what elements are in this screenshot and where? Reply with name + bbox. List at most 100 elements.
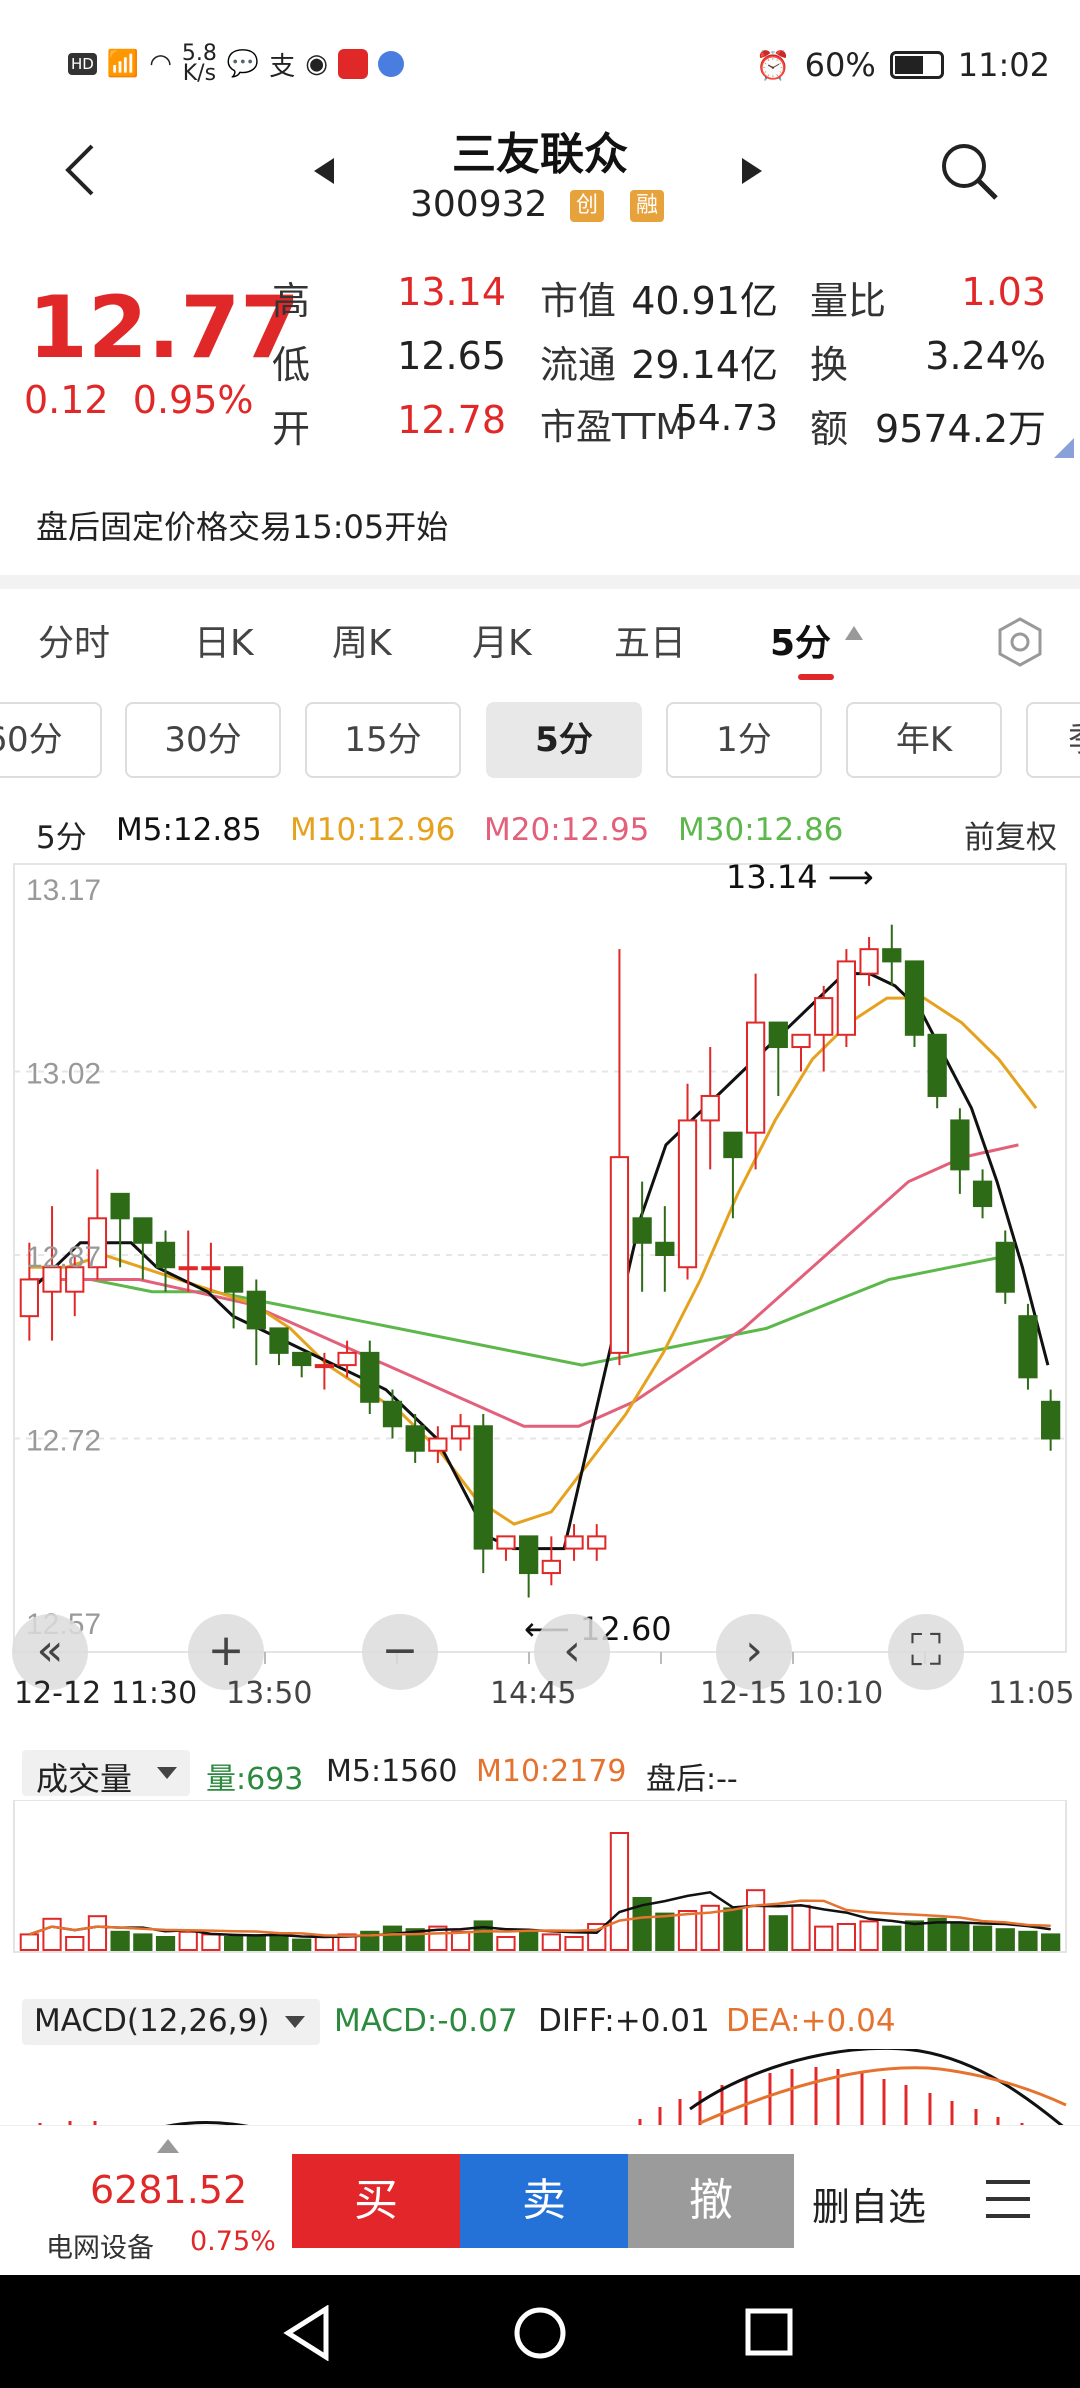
system-nav-bar — [0, 2275, 1080, 2388]
index-value[interactable]: 6281.52 — [90, 2168, 247, 2212]
mktcap-value: 40.91亿 — [631, 279, 778, 323]
volume-ratio-label: 量比 — [810, 279, 887, 323]
kbtn-60min[interactable]: 60分 — [0, 702, 102, 778]
quote-panel: 12.77 0.12 0.95% 高 13.14 低 12.65 开 12.78… — [0, 258, 1080, 458]
volume-label: 成交量 — [36, 1760, 133, 1798]
macd-panel: MACD(12,26,9) MACD:-0.07 DIFF:+0.01 DEA:… — [0, 1985, 1080, 2125]
candle-body — [836, 960, 857, 1036]
ma5-line — [28, 972, 1050, 1551]
candle — [496, 1535, 516, 1561]
volume-bar — [609, 1832, 630, 1951]
kbtn-30min[interactable]: 30分 — [125, 702, 281, 778]
tab-monthly-k[interactable]: 月K — [472, 614, 532, 666]
volume-bar — [65, 1936, 85, 1951]
macd-indicator-select[interactable]: MACD(12,26,9) — [22, 1999, 320, 2045]
candle — [201, 1242, 221, 1292]
y-axis-label: 13.02 — [26, 1058, 101, 1091]
tab-weekly-k[interactable]: 周K — [332, 614, 392, 666]
tab-timeshare[interactable]: 分时 — [38, 614, 110, 666]
kbtn-1min[interactable]: 1分 — [666, 702, 822, 778]
index-name[interactable]: 电网设备 — [46, 2226, 154, 2265]
cancel-order-button[interactable]: 撤 — [628, 2154, 794, 2248]
remove-watchlist-button[interactable]: 删自选 — [812, 2176, 926, 2231]
kbtn-5min[interactable]: 5分 — [486, 702, 642, 778]
candle — [541, 1536, 561, 1586]
volume-bar — [155, 1936, 176, 1951]
ma10-line — [29, 996, 1038, 1526]
volume-bar — [133, 1933, 153, 1951]
next-stock-icon[interactable] — [738, 156, 764, 186]
browser-icon — [377, 51, 404, 77]
candle-body — [360, 1351, 380, 1403]
candle-body — [700, 1094, 720, 1122]
page-title: 三友联众 — [452, 129, 628, 180]
candle — [904, 960, 925, 1048]
high-value: 13.14 — [397, 270, 506, 314]
last-price: 12.77 — [28, 278, 301, 378]
candle — [859, 936, 879, 986]
menu-icon[interactable] — [984, 2178, 1032, 2220]
tab-daily-k[interactable]: 日K — [194, 614, 254, 666]
candle — [723, 1131, 743, 1219]
nav-back-icon[interactable] — [282, 2305, 332, 2361]
ma-legend: 5分 M5:12.85 M10:12.96 M20:12.95 M30:12.8… — [0, 808, 1080, 858]
wechat-icon: ◉ — [305, 49, 328, 79]
volume-bar — [1041, 1933, 1061, 1951]
candle — [178, 1230, 198, 1292]
ma20-value: M20:12.95 — [484, 812, 650, 848]
volume-bar — [541, 1933, 561, 1951]
open-value: 12.78 — [397, 398, 506, 442]
candle-body — [473, 1425, 493, 1550]
candle — [473, 1414, 493, 1574]
tab-5min[interactable]: 5分 — [770, 614, 831, 666]
price-adjust-toggle[interactable]: 前复权 — [964, 812, 1057, 857]
status-left: HD 📶 ◠ 5.8 K/s 💬 支 ◉ — [68, 43, 404, 85]
zoom-out-button[interactable]: − — [362, 1614, 438, 1690]
volume-bar — [995, 1928, 1015, 1951]
volume-bar — [655, 1912, 675, 1951]
kbtn-quarter-k[interactable]: 季K — [1026, 702, 1080, 778]
nav-recents-icon[interactable] — [744, 2307, 794, 2357]
stock-header: 三友联众 300932 创 融 — [0, 110, 1080, 250]
volume-bar — [382, 1925, 403, 1951]
candle-body — [155, 1241, 176, 1269]
change-percent: 0.95% — [132, 378, 254, 422]
candle-body — [972, 1180, 993, 1208]
kbtn-year-k[interactable]: 年K — [846, 702, 1002, 778]
caret-up-icon — [845, 626, 863, 640]
y-axis-label: 13.17 — [26, 874, 101, 907]
kline-chart[interactable]: 13.1713.0212.8712.7212.57 13.14 ⟶ ⟵ 13.1… — [0, 858, 1080, 1720]
divider — [0, 575, 1080, 589]
volume-bar — [201, 1933, 221, 1951]
battery-percent: 60% — [804, 46, 876, 84]
fullscreen-button[interactable]: ⛶ — [888, 1614, 964, 1690]
kbtn-15min[interactable]: 15分 — [305, 702, 461, 778]
settings-icon[interactable] — [994, 616, 1046, 668]
battery-icon — [889, 51, 944, 79]
volume-panel: 成交量 量:693 M5:1560 M10:2179 盘后:-- — [0, 1740, 1080, 1960]
x-axis-label: 12-15 10:10 — [700, 1676, 884, 1711]
volume-bar — [1018, 1930, 1038, 1952]
expand-corner-icon[interactable] — [1054, 438, 1074, 458]
buy-button[interactable]: 买 — [292, 2154, 460, 2248]
low-label: 低 — [272, 343, 311, 387]
volume-bar — [246, 1936, 266, 1951]
index-percent: 0.75% — [190, 2226, 276, 2257]
candle — [450, 1414, 471, 1451]
volume-indicator-select[interactable]: 成交量 — [22, 1750, 190, 1798]
candle — [246, 1279, 266, 1366]
search-icon[interactable] — [938, 140, 1002, 204]
candle — [745, 973, 766, 1170]
volume-bar — [110, 1930, 130, 1952]
volume-bar — [836, 1923, 857, 1951]
kline-svg: 13.1713.0212.8712.7212.57 — [13, 863, 1067, 1664]
candle-body — [133, 1217, 153, 1244]
candle — [768, 1021, 788, 1096]
candle-body — [428, 1437, 448, 1452]
volume-bar — [87, 1915, 108, 1951]
y-axis-label: 12.87 — [26, 1241, 101, 1274]
tab-five-day[interactable]: 五日 — [614, 614, 686, 666]
nav-home-icon[interactable] — [512, 2305, 568, 2361]
sell-button[interactable]: 卖 — [460, 2154, 628, 2248]
candle-body — [791, 1033, 811, 1049]
